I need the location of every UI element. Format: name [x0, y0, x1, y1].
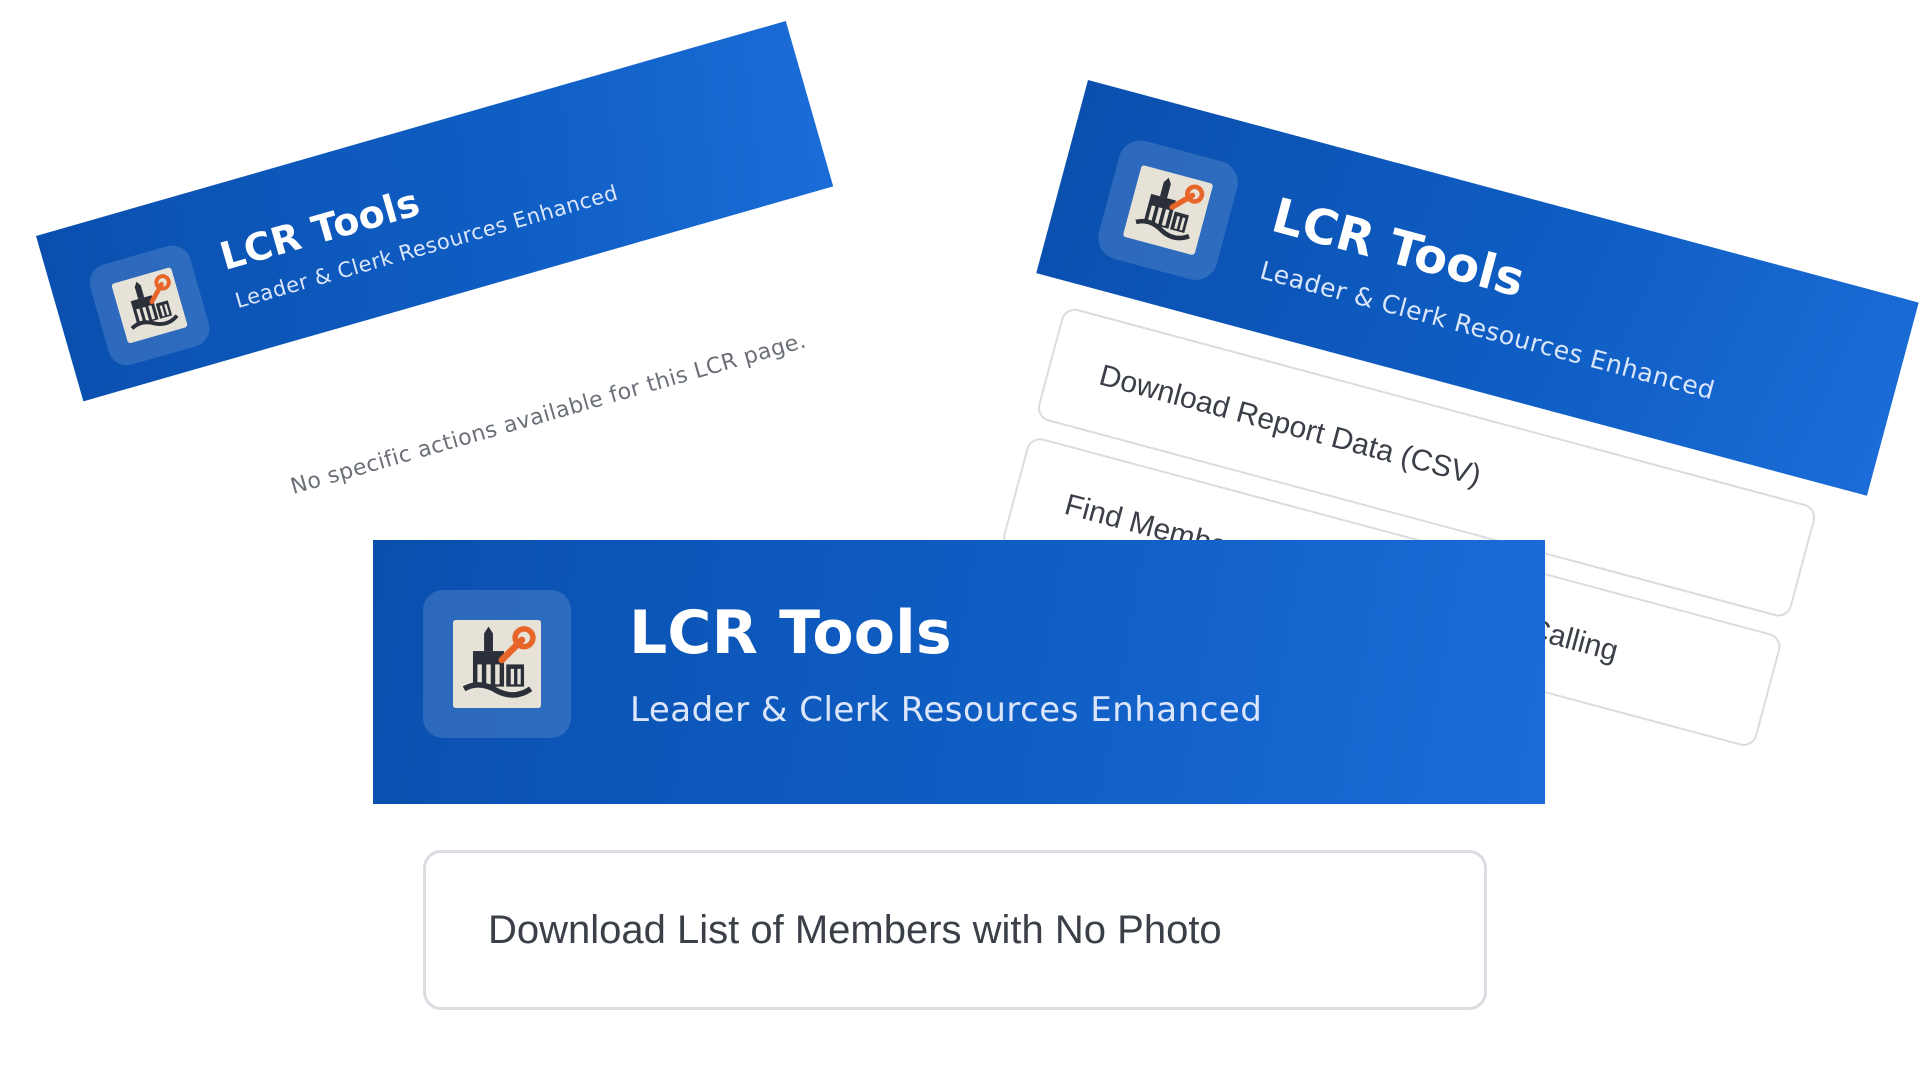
logo-icon [1123, 165, 1213, 255]
no-actions-message: No specific actions available for this L… [287, 328, 809, 500]
logo-icon [452, 619, 542, 709]
app-title: LCR Tools [629, 598, 952, 668]
popup-photo-actions: LCR Tools Leader & Clerk Resources Enhan… [373, 540, 1545, 1020]
logo-icon [110, 266, 189, 344]
popup-empty-actions: LCR Tools Leader & Clerk Resources Enhan… [36, 21, 877, 553]
logo-tile [1093, 135, 1243, 285]
collage: LCR Tools Leader & Clerk Resources Enhan… [0, 0, 1920, 1080]
header: LCR Tools Leader & Clerk Resources Enhan… [36, 21, 834, 402]
download-no-photo-list-button[interactable]: Download List of Members with No Photo [423, 850, 1487, 1010]
logo-tile [85, 241, 214, 370]
header: LCR Tools Leader & Clerk Resources Enhan… [373, 540, 1545, 804]
button-label: Download List of Members with No Photo [488, 907, 1222, 952]
logo-tile [423, 590, 571, 738]
app-subtitle: Leader & Clerk Resources Enhanced [630, 690, 1263, 730]
